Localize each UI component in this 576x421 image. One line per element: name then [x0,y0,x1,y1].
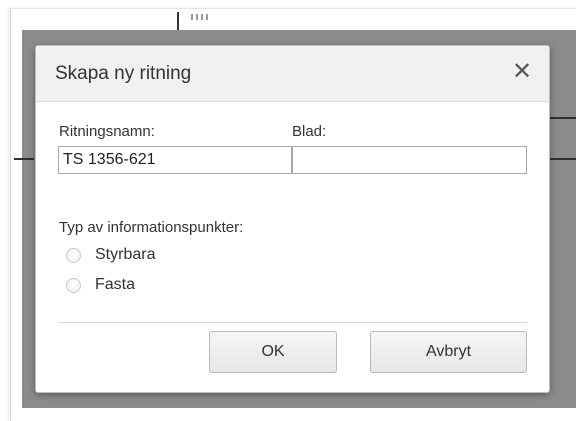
drawing-name-input[interactable] [58,146,292,174]
dialog-header: Skapa ny ritning ✕ [36,46,549,102]
close-icon[interactable]: ✕ [511,59,533,85]
drawing-name-label: Ritningsnamn: [59,123,155,140]
background-drawing-line [548,117,576,119]
radio-label: Styrbara [95,246,156,263]
dialog-title: Skapa ny ritning [55,63,192,84]
sheet-input[interactable] [292,146,527,174]
radio-label: Fasta [95,276,136,293]
background-drawing-text [191,14,209,20]
sheet-label: Blad: [292,123,327,140]
create-drawing-dialog: Skapa ny ritning ✕ Ritningsnamn: Blad: T… [35,45,550,393]
radio-button[interactable] [66,278,81,293]
cancel-button[interactable]: Avbryt [370,331,527,373]
background-drawing-line [14,158,34,160]
info-points-type-label: Typ av informationspunkter: [59,219,244,236]
background-drawing-line [548,158,576,160]
footer-divider [58,322,527,323]
radio-button[interactable] [66,248,81,263]
ok-button[interactable]: OK [209,331,337,373]
